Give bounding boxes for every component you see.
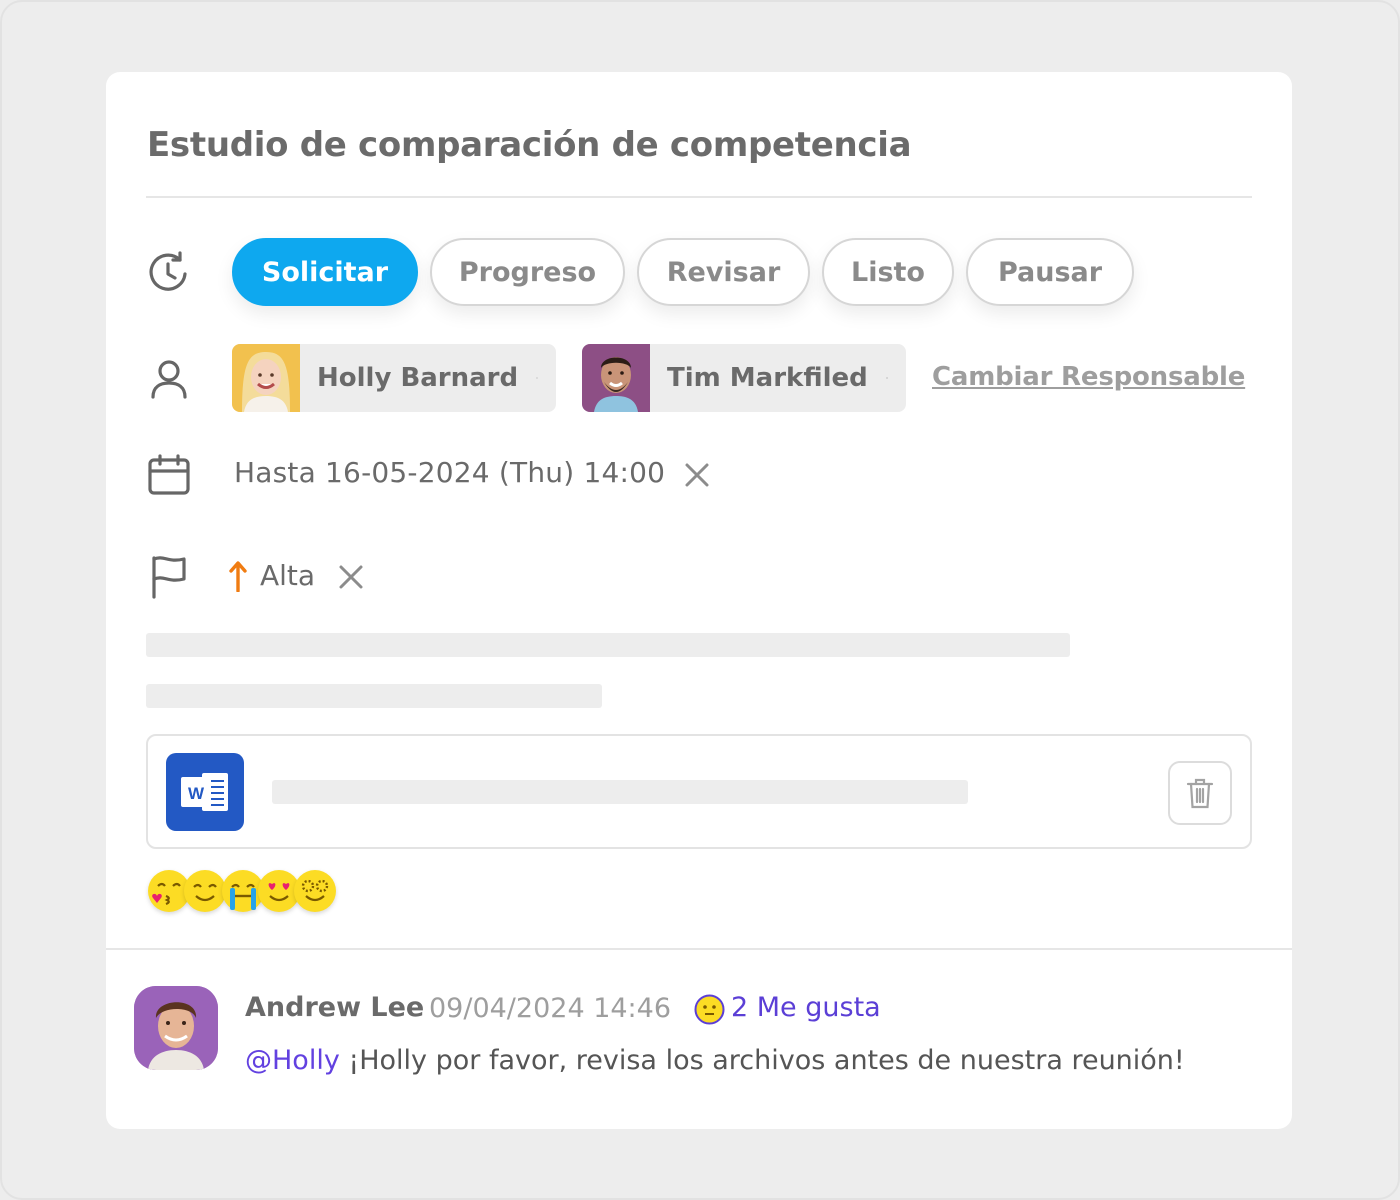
clear-due-date-icon[interactable] [684,462,710,488]
star-eyes-emoji-icon[interactable] [292,868,338,914]
due-time: 14:00 [583,456,666,489]
status-selector: Solicitar Progreso Revisar Listo Pausar [232,238,1134,306]
task-card: Estudio de comparación de competencia So… [106,72,1292,1129]
due-date[interactable]: Hasta 16-05-2024 (Thu) 14:00 [234,456,665,489]
comment-body: @Holly ¡Holly por favor, revisa los arch… [245,1045,1185,1076]
status-option-solicitar[interactable]: Solicitar [232,238,418,306]
due-weekday: (Thu) [498,456,575,489]
like-reaction-icon[interactable] [694,994,725,1025]
avatar [582,344,650,412]
word-document-icon: W [166,753,244,831]
change-assignee-link[interactable]: Cambiar Responsable [932,362,1245,392]
assignee-name: Tim Markfiled [667,363,868,393]
svg-text:W: W [188,784,205,803]
comment-text: ¡Holly por favor, revisa los archivos an… [348,1045,1185,1076]
comment-author: Andrew Lee [245,992,425,1023]
status-option-progreso[interactable]: Progreso [430,238,625,306]
remove-assignee-icon[interactable] [536,365,538,391]
assignee-name: Holly Barnard [317,363,519,393]
description-line [146,684,602,708]
due-date-value: 16-05-2024 [325,456,490,489]
flag-icon [146,553,192,599]
description-line [146,633,1070,657]
mention-link[interactable]: @Holly [245,1045,340,1076]
task-title: Estudio de comparación de competencia [147,125,912,165]
avatar [134,986,218,1070]
trash-icon [1186,778,1214,809]
priority-label: Alta [260,559,316,592]
status-option-pausar[interactable]: Pausar [966,238,1134,306]
comments-divider [106,948,1292,950]
delete-attachment-button[interactable] [1168,761,1232,825]
clear-priority-icon[interactable] [338,564,364,590]
reaction-list [146,868,346,916]
assignee-chip: Holly Barnard [232,344,556,412]
file-name-placeholder [272,780,968,804]
title-divider [146,196,1252,198]
avatar [232,344,300,412]
person-icon [146,356,192,402]
calendar-icon [146,452,192,498]
comment-timestamp: 09/04/2024 14:46 [429,993,672,1024]
due-prefix: Hasta [234,456,316,489]
remove-assignee-icon[interactable] [885,365,888,391]
attachment-card[interactable]: W [146,734,1252,849]
priority-up-arrow-icon [229,561,247,592]
status-option-revisar[interactable]: Revisar [637,238,810,306]
status-option-listo[interactable]: Listo [822,238,954,306]
status-clock-icon [146,249,192,295]
assignee-chip: Tim Markfiled [582,344,906,412]
likes-count[interactable]: 2 Me gusta [731,992,881,1023]
